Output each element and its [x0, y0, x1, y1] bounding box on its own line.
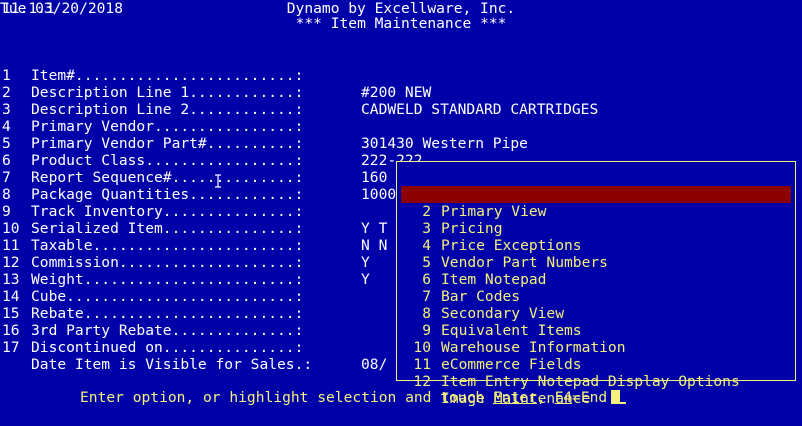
screen-title: *** Item Maintenance ***: [295, 15, 507, 32]
field-row-vendor-part[interactable]: 4 Primary Vendor Part#..........: 222-22…: [0, 101, 423, 169]
field-row-third-party-rebate[interactable]: 15 3rd Party Rebate..............:: [0, 288, 303, 339]
field-label: Product Class.................:: [31, 152, 304, 169]
i-beam-cursor-icon: [215, 174, 221, 188]
field-row-date-visible[interactable]: 17 Date Item is Visible for Sales.:: [0, 322, 312, 373]
field-number: 17: [2, 339, 20, 356]
field-row-item[interactable]: Item#.........................: #200 NEW: [0, 33, 431, 101]
field-row-description-2[interactable]: 2 Description Line 2............:: [0, 67, 303, 118]
terminal-screen: 11.1.1 Dynamo by Excellware, Inc. Tue 03…: [0, 0, 802, 426]
text-cursor[interactable]: [611, 390, 621, 404]
field-row-track-inventory[interactable]: 8 Track Inventory...............: Y T: [0, 169, 387, 237]
field-value[interactable]: 08/: [361, 356, 387, 373]
field-row-description-1[interactable]: 1 Description Line 1............: CADWEL…: [0, 50, 598, 118]
field-label: Primary Vendor................:: [31, 118, 304, 135]
menu-item-image-maintenance[interactable]: 12 Image Maintenance: [401, 356, 791, 407]
field-label: Primary Vendor Part#..........:: [31, 135, 304, 152]
field-row-discontinued-on[interactable]: 16 Discontinued on...............: 08/: [0, 305, 387, 373]
field-value[interactable]: CADWELD STANDARD CARTRIDGES: [361, 101, 598, 118]
options-menu: 1 Primary View 2 Pricing 3 Price Excepti…: [396, 161, 796, 407]
field-label: Report Sequence#..............:: [31, 169, 304, 186]
enter-key-hint: Enter: [492, 389, 537, 406]
menu-item-warehouse-information[interactable]: 9 Warehouse Information: [401, 305, 791, 356]
menu-item-secondary-view[interactable]: 7 Secondary View: [401, 271, 791, 322]
field-row-product-class[interactable]: 5 Product Class.................: 160 Ca…: [0, 118, 510, 186]
field-label: 3rd Party Rebate..............:: [31, 322, 304, 339]
cursor-underline: [620, 402, 627, 404]
field-value[interactable]: N N: [361, 237, 387, 254]
field-label: Serialized Item...............:: [31, 220, 304, 237]
menu-item-pricing[interactable]: 2 Pricing: [401, 186, 791, 237]
menu-item-label: Item Entry Notepad Display Options: [441, 373, 740, 390]
f4-key-hint: F4: [554, 389, 573, 406]
prompt-separator: ,: [536, 389, 555, 406]
field-row-rebate[interactable]: 14 Rebate........................:: [0, 271, 303, 322]
field-value[interactable]: Y: [361, 254, 370, 271]
field-label: Rebate........................:: [31, 305, 304, 322]
menu-item-bar-codes[interactable]: 6 Bar Codes: [401, 254, 791, 305]
menu-item-ecommerce-fields[interactable]: 10 eCommerce Fields: [401, 322, 791, 373]
field-label: Weight........................:: [31, 271, 304, 288]
field-value[interactable]: Y: [361, 271, 370, 288]
menu-item-vendor-part-numbers[interactable]: 4 Vendor Part Numbers: [401, 220, 791, 271]
command-prompt: Enter option, or highlight selection and…: [80, 389, 627, 406]
field-label: Taxable.......................:: [31, 237, 304, 254]
field-label: Package Quantities............:: [31, 186, 304, 203]
field-label: Description Line 1............:: [31, 84, 304, 101]
field-label: Cube..........................:: [31, 288, 304, 305]
field-row-commission[interactable]: 11 Commission....................: Y: [0, 220, 370, 288]
menu-item-primary-view[interactable]: 1 Primary View: [401, 169, 791, 220]
field-label: Description Line 2............:: [31, 101, 304, 118]
field-label: Track Inventory...............:: [31, 203, 304, 220]
field-row-package-quantities[interactable]: 7 Package Quantities............:: [0, 152, 303, 203]
field-row-serialized-item[interactable]: 9 Serialized Item...............: N N: [0, 186, 387, 254]
menu-item-number: 12: [413, 373, 431, 390]
field-row-primary-vendor[interactable]: 3 Primary Vendor................: 301430…: [0, 84, 528, 152]
field-label: Commission....................:: [31, 254, 304, 271]
menu-item-equivalent-items[interactable]: 8 Equivalent Items: [401, 288, 791, 339]
field-value[interactable]: 301430 Western Pipe: [361, 135, 528, 152]
prompt-end-text: =End: [572, 389, 608, 406]
field-row-weight[interactable]: 12 Weight........................:: [0, 237, 303, 288]
field-value[interactable]: Y T: [361, 220, 387, 237]
menu-item-price-exceptions[interactable]: 3 Price Exceptions: [401, 203, 791, 254]
field-row-taxable[interactable]: 10 Taxable.......................: Y: [0, 203, 370, 271]
menu-item-item-notepad[interactable]: 5 Item Notepad: [401, 237, 791, 288]
menu-item-notepad-display-options[interactable]: 11 Item Entry Notepad Display Options: [401, 339, 791, 390]
field-value[interactable]: #200 NEW: [361, 84, 431, 101]
field-label: Item#.........................:: [31, 67, 304, 84]
field-label: Discontinued on...............:: [31, 339, 304, 356]
field-label: Date Item is Visible for Sales.:: [31, 356, 313, 373]
field-row-report-sequence[interactable]: 6 Report Sequence#..............: 1000: [0, 135, 396, 203]
prompt-text: Enter option, or highlight selection and…: [80, 389, 493, 406]
field-value[interactable]: 1000: [361, 186, 396, 203]
field-row-cube[interactable]: 13 Cube..........................:: [0, 254, 303, 305]
